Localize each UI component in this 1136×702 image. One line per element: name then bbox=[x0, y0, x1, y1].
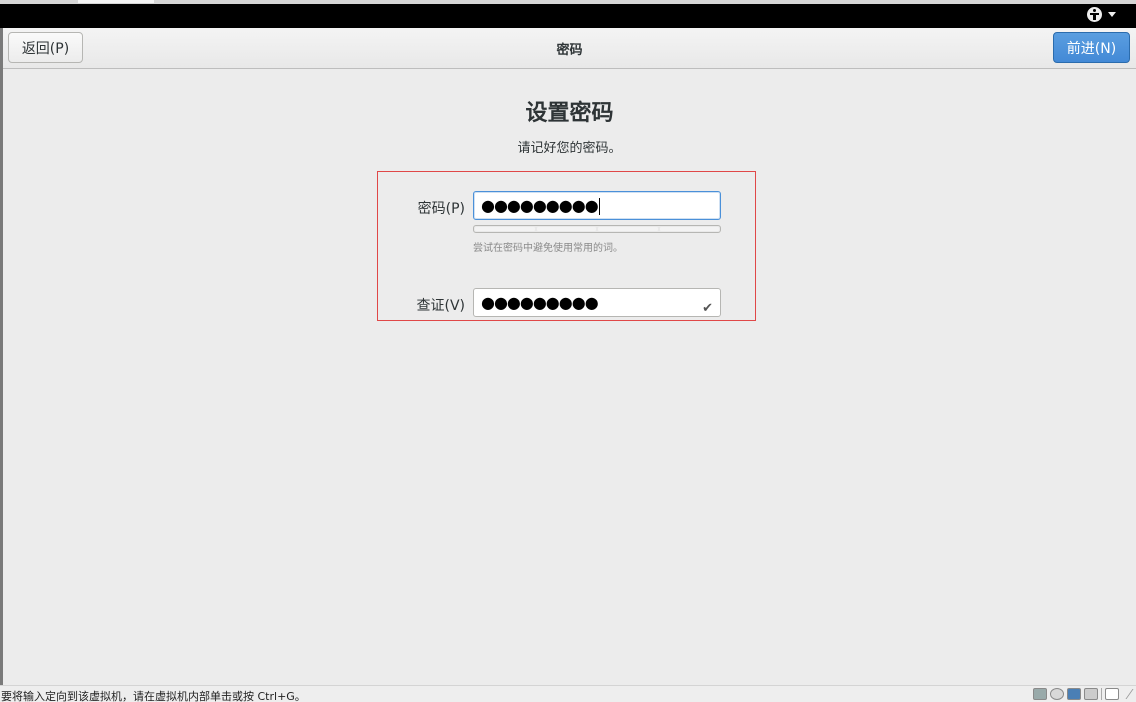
gnome-top-bar bbox=[0, 4, 1136, 28]
password-value: ●●●●●●●●● bbox=[481, 196, 599, 215]
main-content: 设置密码 请记好您的密码。 密码(P) ●●●●●●●●● 尝试在密码中避免使用… bbox=[3, 69, 1136, 685]
page-subtitle: 请记好您的密码。 bbox=[517, 141, 622, 156]
password-strength-hint: 尝试在密码中避免使用常用的词。 bbox=[473, 243, 623, 254]
vm-status-bar: 要将输入定向到该虚拟机，请在虚拟机内部单击或按 Ctrl+G。 bbox=[0, 685, 1136, 702]
password-form: 密码(P) ●●●●●●●●● 尝试在密码中避免使用常用的词。 查证(V) ●●… bbox=[377, 171, 756, 321]
header-title: 密码 bbox=[556, 43, 583, 58]
check-icon: ✔ bbox=[702, 301, 713, 316]
accessibility-menu[interactable] bbox=[1087, 7, 1116, 22]
text-cursor bbox=[598, 198, 600, 215]
strength-segment bbox=[659, 227, 719, 231]
next-button[interactable]: 前进(N) bbox=[1053, 32, 1130, 63]
status-message: 要将输入定向到该虚拟机，请在虚拟机内部单击或按 Ctrl+G。 bbox=[1, 690, 306, 702]
resize-grip-icon[interactable] bbox=[1118, 689, 1134, 699]
divider bbox=[1101, 688, 1102, 700]
password-input[interactable]: ●●●●●●●●● bbox=[473, 191, 721, 220]
verify-password-input[interactable]: ●●●●●●●●● ✔ bbox=[473, 288, 721, 317]
strength-segment bbox=[598, 227, 658, 231]
verify-label: 查证(V) bbox=[416, 298, 465, 314]
network-icon[interactable] bbox=[1067, 688, 1081, 700]
verify-value: ●●●●●●●●● bbox=[481, 293, 599, 312]
header-bar: 返回(P) 密码 前进(N) bbox=[3, 28, 1136, 69]
strength-segment bbox=[475, 227, 535, 231]
hard-disk-icon[interactable] bbox=[1033, 688, 1047, 700]
page-title: 设置密码 bbox=[525, 101, 614, 126]
accessibility-icon bbox=[1087, 7, 1102, 22]
chevron-down-icon bbox=[1108, 12, 1116, 17]
strength-segment bbox=[536, 227, 596, 231]
cd-rom-icon[interactable] bbox=[1050, 688, 1064, 700]
password-strength-bar bbox=[473, 225, 721, 233]
shared-folder-icon[interactable] bbox=[1084, 688, 1098, 700]
device-icons bbox=[1033, 688, 1134, 700]
vm-tab-active[interactable] bbox=[78, 0, 154, 3]
message-icon[interactable] bbox=[1105, 688, 1119, 700]
password-label: 密码(P) bbox=[417, 201, 465, 217]
